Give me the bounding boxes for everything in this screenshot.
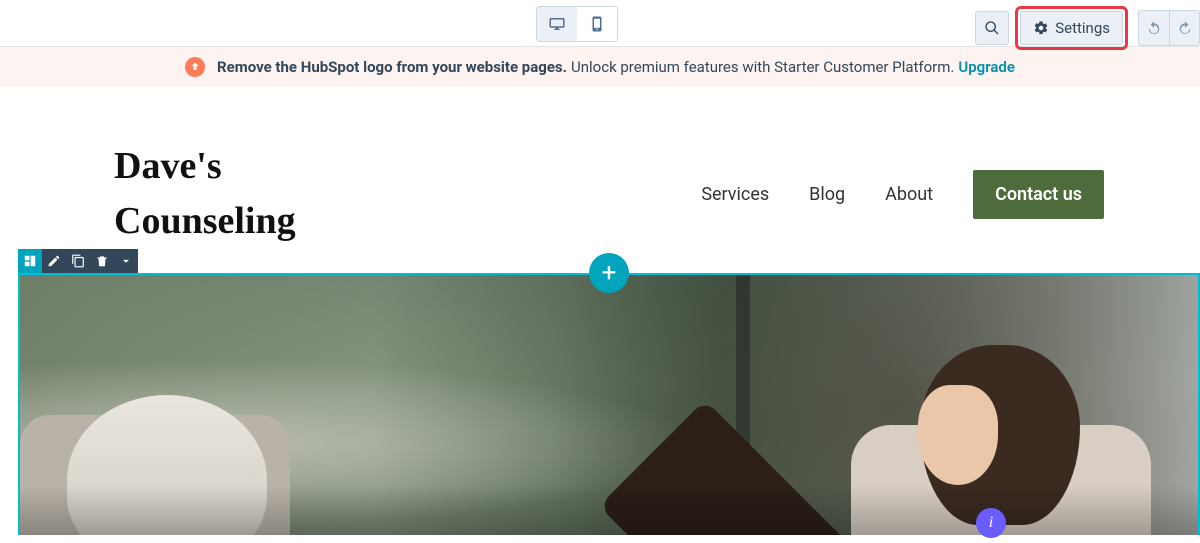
hero-section-wrap: + i	[18, 273, 1200, 535]
settings-button[interactable]: Settings	[1020, 11, 1123, 45]
site-title-line1: Dave's	[114, 145, 222, 187]
site-nav: Services Blog About Contact us	[701, 170, 1104, 219]
plus-icon: +	[602, 258, 617, 288]
search-button[interactable]	[975, 11, 1009, 45]
site-title-line2: Counseling	[114, 200, 296, 242]
info-icon: i	[989, 514, 993, 532]
pencil-icon	[47, 254, 61, 268]
page-preview: Dave's Counseling Services Blog About Co…	[18, 101, 1200, 535]
toolbar-right-cluster: Settings	[975, 6, 1200, 50]
section-edit-toolbar	[18, 249, 138, 273]
gear-icon	[1033, 20, 1049, 36]
site-title[interactable]: Dave's Counseling	[114, 139, 296, 249]
hero-bg-figure-right-face	[918, 385, 998, 485]
add-section-button[interactable]: +	[589, 253, 629, 293]
section-clone-button[interactable]	[66, 249, 90, 273]
nav-contact-button[interactable]: Contact us	[973, 170, 1104, 219]
banner-strong-text: Remove the HubSpot logo from your websit…	[217, 58, 567, 76]
section-more-button[interactable]	[114, 249, 138, 273]
nav-blog[interactable]: Blog	[809, 184, 845, 205]
copy-icon	[71, 254, 85, 268]
desktop-preview-button[interactable]	[537, 7, 577, 41]
section-edit-button[interactable]	[42, 249, 66, 273]
nav-about[interactable]: About	[885, 184, 933, 205]
search-icon	[984, 20, 1000, 36]
mobile-preview-button[interactable]	[577, 7, 617, 41]
redo-button[interactable]	[1169, 11, 1199, 45]
hero-bg-cushion	[599, 400, 861, 535]
caret-down-icon	[119, 254, 133, 268]
undo-redo-group	[1138, 10, 1200, 46]
arrow-up-icon	[185, 57, 205, 77]
info-badge[interactable]: i	[976, 508, 1006, 538]
device-preview-switch	[536, 6, 618, 42]
hero-section[interactable]	[18, 273, 1200, 535]
desktop-icon	[548, 15, 566, 33]
nav-services[interactable]: Services	[701, 184, 769, 205]
upgrade-link[interactable]: Upgrade	[958, 58, 1015, 76]
site-header: Dave's Counseling Services Blog About Co…	[18, 101, 1200, 273]
hero-bg-window-frame	[736, 275, 750, 535]
redo-icon	[1177, 20, 1193, 36]
undo-icon	[1146, 20, 1162, 36]
section-layout-button[interactable]	[18, 249, 42, 273]
editor-toolbar: Settings	[0, 0, 1200, 47]
trash-icon	[95, 254, 109, 268]
banner-rest-text: Unlock premium features with Starter Cus…	[571, 58, 954, 76]
section-delete-button[interactable]	[90, 249, 114, 273]
upgrade-banner: Remove the HubSpot logo from your websit…	[0, 47, 1200, 87]
settings-highlight-callout: Settings	[1015, 6, 1128, 50]
editor-canvas: Dave's Counseling Services Blog About Co…	[0, 87, 1200, 535]
layout-icon	[23, 254, 37, 268]
settings-label: Settings	[1055, 19, 1110, 37]
mobile-icon	[588, 15, 606, 33]
undo-button[interactable]	[1139, 11, 1169, 45]
